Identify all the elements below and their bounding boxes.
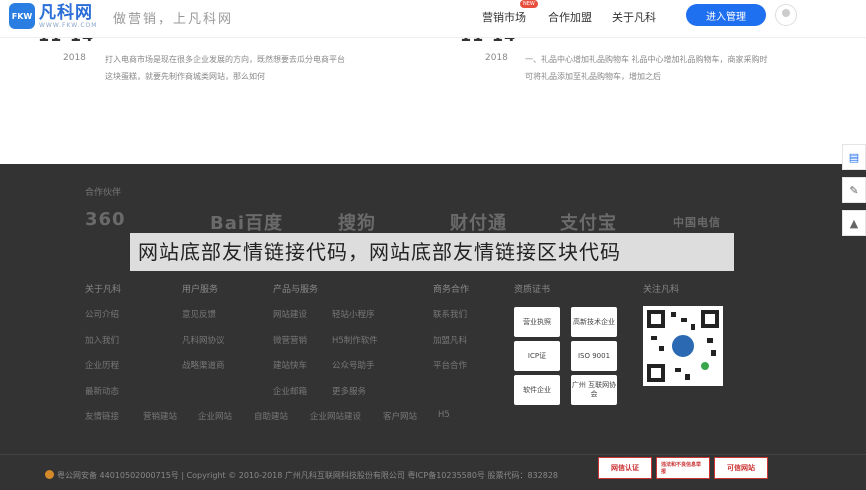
partner-sogou[interactable]: 搜狗 bbox=[338, 209, 376, 235]
footer-link[interactable]: 网站建设 bbox=[273, 308, 307, 320]
footer-divider bbox=[0, 454, 866, 455]
footer-link[interactable]: 加盟凡科 bbox=[433, 334, 467, 346]
copyright: 粤公网安备 44010502000715号 | Copyright © 2010… bbox=[45, 470, 558, 481]
chat-icon[interactable]: ▤ bbox=[842, 144, 866, 170]
badge-report[interactable]: 违法和不良信息举报 bbox=[656, 457, 710, 479]
partner-baidu[interactable]: Bai百度 bbox=[210, 209, 283, 235]
edit-icon[interactable]: ✎ bbox=[842, 177, 866, 203]
badge-net-cert[interactable]: 网信认证 bbox=[598, 457, 652, 479]
footer-link[interactable]: 意见反馈 bbox=[182, 308, 216, 320]
nav-marketing[interactable]: 营销市场 bbox=[482, 9, 526, 25]
cert-icp[interactable]: ICP证 bbox=[514, 341, 560, 371]
partner-360[interactable]: 360 bbox=[85, 209, 126, 230]
site-logo[interactable]: FKW 凡科网 WWW.FKW.COM bbox=[9, 3, 97, 29]
footer-link[interactable]: H5制作软件 bbox=[332, 334, 378, 346]
friend-link[interactable]: 客户网站 bbox=[383, 410, 417, 422]
footer-link[interactable]: 凡科网协议 bbox=[182, 334, 225, 346]
news-desc[interactable]: 一、礼品中心增加礼品购物车 礼品中心增加礼品购物车，商家采购时可将礼品添加至礼品… bbox=[525, 51, 770, 85]
cert-guangzhou-association[interactable]: 广州 互联网协会 bbox=[571, 375, 617, 405]
new-badge: NEW bbox=[520, 0, 538, 8]
footer-link[interactable]: 公司介绍 bbox=[85, 308, 119, 320]
nav-about[interactable]: 关于凡科 bbox=[612, 9, 656, 25]
col-title-follow: 关注凡科 bbox=[643, 285, 680, 295]
nav-partnership[interactable]: 合作加盟 bbox=[548, 9, 592, 25]
fkw-logo-icon bbox=[669, 332, 697, 360]
logo-text: 凡科网 WWW.FKW.COM bbox=[39, 4, 97, 29]
friend-link[interactable]: 企业网站 bbox=[198, 410, 232, 422]
site-footer: 合作伙伴 360 Bai百度 搜狗 财付通 支付宝 中国电信 关于凡科 公司介绍… bbox=[0, 164, 866, 490]
partner-alipay[interactable]: 支付宝 bbox=[560, 209, 617, 235]
col-title-business: 商务合作 bbox=[433, 285, 470, 295]
friend-link[interactable]: 自助建站 bbox=[254, 410, 288, 422]
news-year: 2018 bbox=[63, 53, 86, 63]
friend-links-title: 友情链接 bbox=[85, 412, 120, 422]
friend-link[interactable]: 企业网站建设 bbox=[310, 410, 361, 422]
friend-link[interactable]: 营销建站 bbox=[143, 410, 177, 422]
qr-pattern bbox=[647, 310, 719, 382]
col-title-certs: 资质证书 bbox=[514, 285, 551, 295]
footer-link[interactable]: 建站快车 bbox=[273, 359, 307, 371]
cert-high-tech[interactable]: 高新技术企业 bbox=[571, 307, 617, 337]
badge-trusted-site[interactable]: 可信网站 bbox=[714, 457, 768, 479]
footer-link[interactable]: 加入我们 bbox=[85, 334, 119, 346]
col-title-service: 用户服务 bbox=[182, 285, 219, 295]
partner-tenpay[interactable]: 财付通 bbox=[450, 209, 507, 235]
footer-link[interactable]: 公众号助手 bbox=[332, 359, 375, 371]
col-title-products: 产品与服务 bbox=[273, 285, 319, 295]
partner-telecom[interactable]: 中国电信 bbox=[673, 214, 721, 230]
logo-url: WWW.FKW.COM bbox=[39, 21, 98, 29]
footer-link[interactable]: 轻站小程序 bbox=[332, 308, 375, 320]
footer-link[interactable]: 更多服务 bbox=[332, 385, 366, 397]
enter-admin-button[interactable]: 进入管理 bbox=[686, 4, 766, 26]
copyright-text: 粤公网安备 44010502000715号 | Copyright © 2010… bbox=[57, 471, 559, 480]
cert-software[interactable]: 软件企业 bbox=[514, 375, 560, 405]
back-to-top-icon[interactable]: ▲ bbox=[842, 210, 866, 236]
footer-link[interactable]: 联系我们 bbox=[433, 308, 467, 320]
footer-link[interactable]: 最新动态 bbox=[85, 385, 119, 397]
friend-link[interactable]: H5 bbox=[438, 410, 450, 420]
col-title-about: 关于凡科 bbox=[85, 285, 122, 295]
footer-link[interactable]: 平台合作 bbox=[433, 359, 467, 371]
footer-link[interactable]: 企业邮箱 bbox=[273, 385, 307, 397]
footer-link[interactable]: 战略渠道商 bbox=[182, 359, 225, 371]
news-year: 2018 bbox=[485, 53, 508, 63]
logo-name: 凡科网 bbox=[39, 2, 93, 23]
partner-title: 合作伙伴 bbox=[85, 188, 122, 198]
top-header: FKW 凡科网 WWW.FKW.COM 做营销，上凡科网 营销市场 NEW 合作… bbox=[0, 0, 866, 38]
cert-business-license[interactable]: 营业执照 bbox=[514, 307, 560, 337]
police-badge-icon bbox=[45, 470, 54, 479]
footer-link[interactable]: 企业历程 bbox=[85, 359, 119, 371]
footer-link[interactable]: 微营营销 bbox=[273, 334, 307, 346]
user-icon bbox=[782, 9, 790, 17]
news-desc[interactable]: 打入电商市场是现在很多企业发展的方向，既然想要去瓜分电商平台这块蛋糕，就要先制作… bbox=[105, 51, 350, 85]
cert-iso[interactable]: ISO 9001 bbox=[571, 341, 617, 371]
wechat-icon bbox=[699, 360, 711, 372]
qr-code bbox=[643, 306, 723, 386]
overlay-banner: 网站底部友情链接代码，网站底部友情链接区块代码 bbox=[130, 233, 734, 271]
slogan: 做营销，上凡科网 bbox=[113, 12, 234, 27]
avatar[interactable] bbox=[775, 4, 797, 26]
logo-badge: FKW bbox=[9, 3, 35, 29]
